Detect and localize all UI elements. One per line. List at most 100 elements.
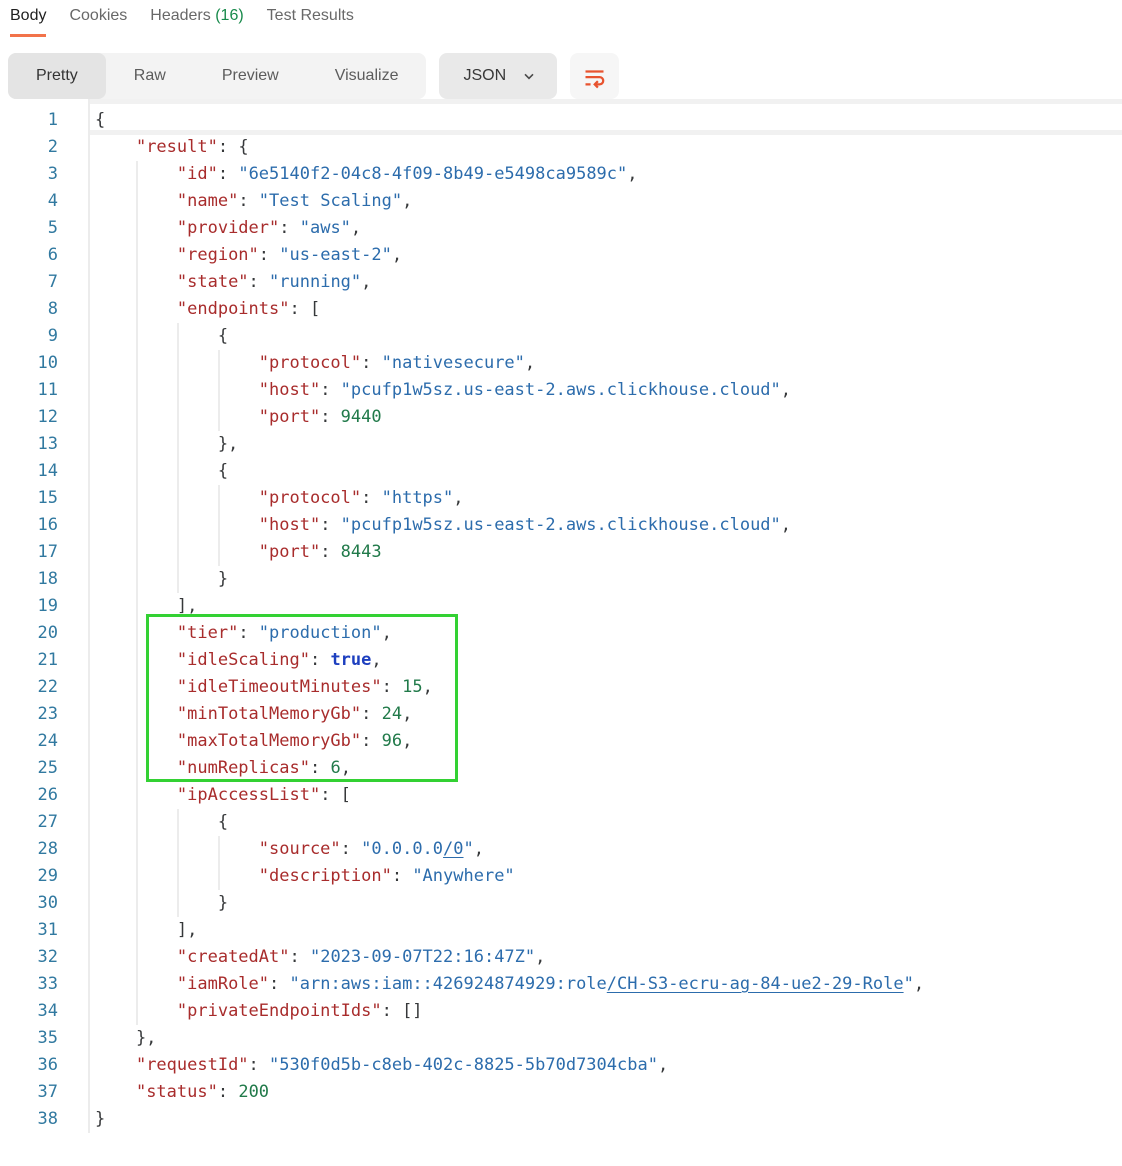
indent-guide <box>177 485 179 512</box>
body-view-toolbar: Pretty Raw Preview Visualize JSON <box>8 53 1122 99</box>
indent-guide <box>136 431 138 458</box>
code-line[interactable]: 15 "protocol": "https", <box>0 485 1122 512</box>
code-line[interactable]: 20 "tier": "production", <box>0 620 1122 647</box>
code-line[interactable]: 36 "requestId": "530f0d5b-c8eb-402c-8825… <box>0 1052 1122 1079</box>
indent-guide <box>177 890 179 917</box>
tab-test-results[interactable]: Test Results <box>267 7 354 37</box>
indent-guide <box>177 404 179 431</box>
indent-guide <box>136 485 138 512</box>
code-line[interactable]: 7 "state": "running", <box>0 269 1122 296</box>
view-raw-button[interactable]: Raw <box>106 53 194 99</box>
response-tabs: Body Cookies Headers (16) Test Results <box>0 0 1122 40</box>
code-line[interactable]: 1{ <box>0 107 1122 134</box>
indent-guide <box>177 323 179 350</box>
code-line[interactable]: 8 "endpoints": [ <box>0 296 1122 323</box>
indent-guide <box>177 350 179 377</box>
json-body-editor[interactable]: 1{2 "result": {3 "id": "6e5140f2-04c8-4f… <box>0 107 1122 1133</box>
active-line-border-top <box>88 99 1122 104</box>
code-line[interactable]: 18 } <box>0 566 1122 593</box>
code-line[interactable]: 6 "region": "us-east-2", <box>0 242 1122 269</box>
code-line[interactable]: 29 "description": "Anywhere" <box>0 863 1122 890</box>
line-number: 24 <box>0 728 58 755</box>
line-number: 32 <box>0 944 58 971</box>
indent-guide <box>177 512 179 539</box>
indent-guide <box>136 998 138 1025</box>
code-line[interactable]: 23 "minTotalMemoryGb": 24, <box>0 701 1122 728</box>
code-line[interactable]: 19 ], <box>0 593 1122 620</box>
code-line[interactable]: 2 "result": { <box>0 134 1122 161</box>
indent-guide <box>136 728 138 755</box>
code-line[interactable]: 9 { <box>0 323 1122 350</box>
line-number: 34 <box>0 998 58 1025</box>
code-line[interactable]: 13 }, <box>0 431 1122 458</box>
indent-guide <box>177 377 179 404</box>
line-number: 29 <box>0 863 58 890</box>
view-pretty-button[interactable]: Pretty <box>8 53 106 99</box>
code-line[interactable]: 33 "iamRole": "arn:aws:iam::426924874929… <box>0 971 1122 998</box>
tab-body[interactable]: Body <box>10 7 46 37</box>
code-line[interactable]: 34 "privateEndpointIds": [] <box>0 998 1122 1025</box>
line-number: 3 <box>0 161 58 188</box>
code-line[interactable]: 11 "host": "pcufp1w5sz.us-east-2.aws.cli… <box>0 377 1122 404</box>
code-line[interactable]: 21 "idleScaling": true, <box>0 647 1122 674</box>
indent-guide <box>218 485 220 512</box>
code-line[interactable]: 5 "provider": "aws", <box>0 215 1122 242</box>
indent-guide <box>136 863 138 890</box>
code-line[interactable]: 27 { <box>0 809 1122 836</box>
code-line[interactable]: 3 "id": "6e5140f2-04c8-4f09-8b49-e5498ca… <box>0 161 1122 188</box>
code-line[interactable]: 38} <box>0 1106 1122 1133</box>
code-line[interactable]: 24 "maxTotalMemoryGb": 96, <box>0 728 1122 755</box>
code-line[interactable]: 14 { <box>0 458 1122 485</box>
code-line[interactable]: 32 "createdAt": "2023-09-07T22:16:47Z", <box>0 944 1122 971</box>
line-number: 33 <box>0 971 58 998</box>
line-number: 36 <box>0 1052 58 1079</box>
code-line[interactable]: 35 }, <box>0 1025 1122 1052</box>
view-preview-button[interactable]: Preview <box>194 53 307 99</box>
code-line[interactable]: 12 "port": 9440 <box>0 404 1122 431</box>
indent-guide <box>136 782 138 809</box>
language-dropdown[interactable]: JSON <box>439 53 557 99</box>
line-number: 21 <box>0 647 58 674</box>
indent-guide <box>136 296 138 323</box>
code-line[interactable]: 10 "protocol": "nativesecure", <box>0 350 1122 377</box>
line-number: 17 <box>0 539 58 566</box>
indent-guide <box>218 863 220 890</box>
tab-cookies[interactable]: Cookies <box>69 7 127 37</box>
indent-guide <box>136 755 138 782</box>
code-line[interactable]: 30 } <box>0 890 1122 917</box>
view-visualize-button[interactable]: Visualize <box>307 53 427 99</box>
indent-guide <box>136 971 138 998</box>
line-number: 25 <box>0 755 58 782</box>
code-line[interactable]: 25 "numReplicas": 6, <box>0 755 1122 782</box>
indent-guide <box>136 269 138 296</box>
line-number: 1 <box>0 107 58 134</box>
indent-guide <box>177 458 179 485</box>
code-lines: 1{2 "result": {3 "id": "6e5140f2-04c8-4f… <box>0 107 1122 1133</box>
code-line[interactable]: 26 "ipAccessList": [ <box>0 782 1122 809</box>
line-number: 18 <box>0 566 58 593</box>
tab-headers[interactable]: Headers (16) <box>150 7 243 37</box>
code-line[interactable]: 4 "name": "Test Scaling", <box>0 188 1122 215</box>
headers-count-badge: (16) <box>215 7 243 24</box>
language-dropdown-label: JSON <box>463 67 506 85</box>
indent-guide <box>218 404 220 431</box>
line-number: 37 <box>0 1079 58 1106</box>
indent-guide <box>177 539 179 566</box>
code-line[interactable]: 16 "host": "pcufp1w5sz.us-east-2.aws.cli… <box>0 512 1122 539</box>
code-line[interactable]: 22 "idleTimeoutMinutes": 15, <box>0 674 1122 701</box>
indent-guide <box>177 566 179 593</box>
wrap-lines-button[interactable] <box>570 53 619 99</box>
indent-guide <box>136 593 138 620</box>
line-number: 22 <box>0 674 58 701</box>
code-line[interactable]: 37 "status": 200 <box>0 1079 1122 1106</box>
code-line[interactable]: 28 "source": "0.0.0.0/0", <box>0 836 1122 863</box>
indent-guide <box>177 863 179 890</box>
line-number: 12 <box>0 404 58 431</box>
indent-guide <box>136 701 138 728</box>
tab-headers-label: Headers <box>150 7 210 24</box>
line-number: 14 <box>0 458 58 485</box>
code-line[interactable]: 31 ], <box>0 917 1122 944</box>
code-line[interactable]: 17 "port": 8443 <box>0 539 1122 566</box>
line-number: 19 <box>0 593 58 620</box>
indent-guide <box>177 836 179 863</box>
